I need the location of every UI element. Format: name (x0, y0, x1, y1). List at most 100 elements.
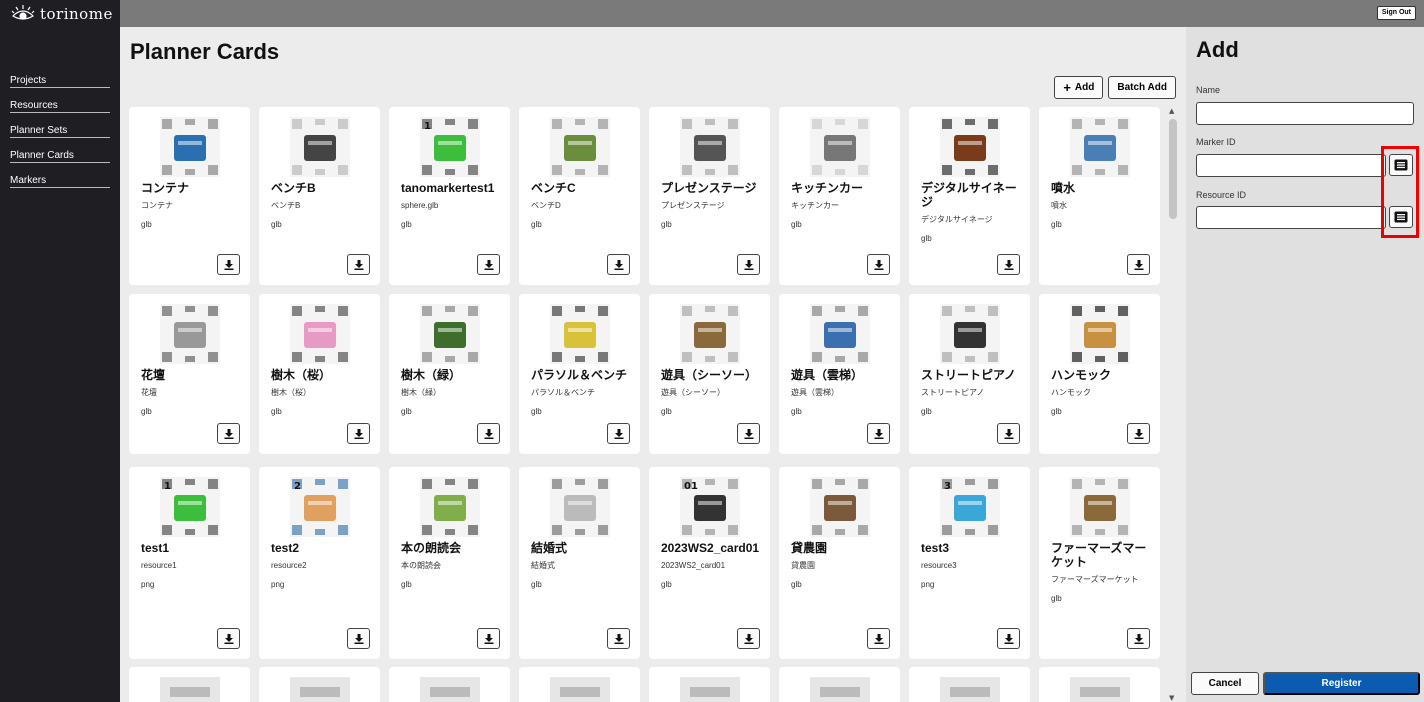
download-button[interactable] (867, 254, 890, 275)
resource-id-input[interactable] (1196, 206, 1386, 229)
planner-card[interactable]: 貸農園 貸農園 glb (779, 467, 900, 659)
planner-card[interactable] (389, 667, 510, 702)
sidebar-item-planner-cards[interactable]: Planner Cards (10, 150, 110, 163)
planner-card[interactable]: ハンモック ハンモック glb (1039, 294, 1160, 454)
card-name: ファーマーズマーケット (1051, 541, 1147, 569)
scroll-up-icon[interactable]: ▲ (1169, 107, 1174, 115)
planner-card[interactable]: 01 2023WS2_card01 2023WS2_card01 glb (649, 467, 770, 659)
card-resource: 2023WS2_card01 (661, 561, 726, 570)
planner-card[interactable]: ベンチC ベンチD glb (519, 107, 640, 285)
download-button[interactable] (477, 423, 500, 444)
card-name: コンテナ (141, 181, 190, 195)
card-resource: ファーマーズマーケット (1051, 575, 1139, 584)
cancel-button[interactable]: Cancel (1191, 672, 1259, 695)
download-button[interactable] (867, 423, 890, 444)
add-button[interactable]: + Add (1054, 76, 1104, 99)
planner-card[interactable]: ストリートピアノ ストリートピアノ glb (909, 294, 1030, 454)
planner-card[interactable] (649, 667, 770, 702)
scrollbar-thumb[interactable] (1169, 119, 1177, 219)
card-resource: 樹木（桜） (271, 388, 311, 397)
marker-list-button[interactable] (1389, 154, 1413, 176)
card-thumbnail (289, 304, 350, 364)
download-button[interactable] (347, 254, 370, 275)
download-button[interactable] (737, 254, 760, 275)
download-button[interactable] (347, 423, 370, 444)
planner-card[interactable] (129, 667, 250, 702)
download-button[interactable] (607, 423, 630, 444)
planner-card[interactable]: 本の朗読会 本の朗読会 glb (389, 467, 510, 659)
planner-card[interactable]: 遊具（雲梯） 遊具（雲梯） glb (779, 294, 900, 454)
card-name: 2023WS2_card01 (661, 541, 760, 555)
card-thumbnail (549, 477, 610, 537)
resource-list-button[interactable] (1389, 206, 1413, 228)
card-type: glb (401, 407, 412, 416)
sidebar-item-projects[interactable]: Projects (10, 75, 110, 88)
name-input[interactable] (1196, 102, 1414, 125)
card-name: ベンチC (531, 181, 576, 195)
sidebar-item-resources[interactable]: Resources (10, 100, 110, 113)
planner-card[interactable]: 3 test3 resource3 png (909, 467, 1030, 659)
download-button[interactable] (347, 628, 370, 649)
planner-card[interactable]: キッチンカー キッチンカー glb (779, 107, 900, 285)
planner-card[interactable]: 結婚式 結婚式 glb (519, 467, 640, 659)
planner-card[interactable] (779, 667, 900, 702)
batch-add-button[interactable]: Batch Add (1108, 76, 1176, 99)
download-button[interactable] (217, 254, 240, 275)
planner-card[interactable]: コンテナ コンテナ glb (129, 107, 250, 285)
download-button[interactable] (997, 628, 1020, 649)
download-button[interactable] (477, 254, 500, 275)
planner-card[interactable]: 花壇 花壇 glb (129, 294, 250, 454)
planner-card[interactable]: 樹木（桜） 樹木（桜） glb (259, 294, 380, 454)
scroll-down-icon[interactable]: ▼ (1169, 694, 1174, 702)
logo[interactable]: torinome (0, 0, 120, 27)
card-resource: 本の朗読会 (401, 561, 441, 570)
marker-id-label: Marker ID (1196, 137, 1236, 147)
card-thumbnail (289, 117, 350, 177)
planner-card[interactable] (259, 667, 380, 702)
download-button[interactable] (217, 423, 240, 444)
card-resource: 樹木（緑） (401, 388, 441, 397)
card-thumbnail (1069, 117, 1130, 177)
card-resource: sphere.glb (401, 201, 439, 210)
sidebar-item-planner-sets[interactable]: Planner Sets (10, 125, 110, 138)
download-button[interactable] (1127, 423, 1150, 444)
planner-card[interactable]: パラソル＆ベンチ パラソル＆ベンチ glb (519, 294, 640, 454)
scrollbar[interactable]: ▲ ▼ (1168, 107, 1178, 702)
planner-card[interactable]: ベンチB ベンチB glb (259, 107, 380, 285)
planner-card[interactable]: 噴水 噴水 glb (1039, 107, 1160, 285)
marker-id-input[interactable] (1196, 154, 1386, 177)
register-button[interactable]: Register (1263, 672, 1420, 695)
planner-card[interactable]: 1 tanomarkertest1 sphere.glb glb (389, 107, 510, 285)
planner-card[interactable]: プレゼンステージ プレゼンステージ glb (649, 107, 770, 285)
planner-card[interactable] (519, 667, 640, 702)
download-icon (1004, 259, 1013, 270)
download-button[interactable] (607, 628, 630, 649)
sidebar-item-markers[interactable]: Markers (10, 175, 110, 188)
planner-card[interactable]: デジタルサイネージ デジタルサイネージ glb (909, 107, 1030, 285)
card-thumbnail (939, 304, 1000, 364)
planner-card[interactable]: 1 test1 resource1 png (129, 467, 250, 659)
download-button[interactable] (997, 254, 1020, 275)
card-type: glb (661, 407, 672, 416)
planner-card[interactable] (1039, 667, 1160, 702)
download-icon (744, 633, 753, 644)
card-thumbnail (809, 117, 870, 177)
sign-out-button[interactable]: Sign Out (1376, 6, 1416, 20)
planner-card[interactable]: 樹木（緑） 樹木（緑） glb (389, 294, 510, 454)
card-thumbnail (809, 304, 870, 364)
download-button[interactable] (737, 423, 760, 444)
download-button[interactable] (867, 628, 890, 649)
card-resource: プレゼンステージ (661, 201, 725, 210)
download-button[interactable] (477, 628, 500, 649)
download-button[interactable] (737, 628, 760, 649)
planner-card[interactable]: ファーマーズマーケット ファーマーズマーケット glb (1039, 467, 1160, 659)
planner-card[interactable] (909, 667, 1030, 702)
planner-card[interactable]: 遊具（シーソー） 遊具（シーソー） glb (649, 294, 770, 454)
download-button[interactable] (1127, 628, 1150, 649)
download-button[interactable] (217, 628, 240, 649)
download-button[interactable] (607, 254, 630, 275)
download-button[interactable] (997, 423, 1020, 444)
card-type: glb (791, 407, 802, 416)
download-button[interactable] (1127, 254, 1150, 275)
planner-card[interactable]: 2 test2 resource2 png (259, 467, 380, 659)
